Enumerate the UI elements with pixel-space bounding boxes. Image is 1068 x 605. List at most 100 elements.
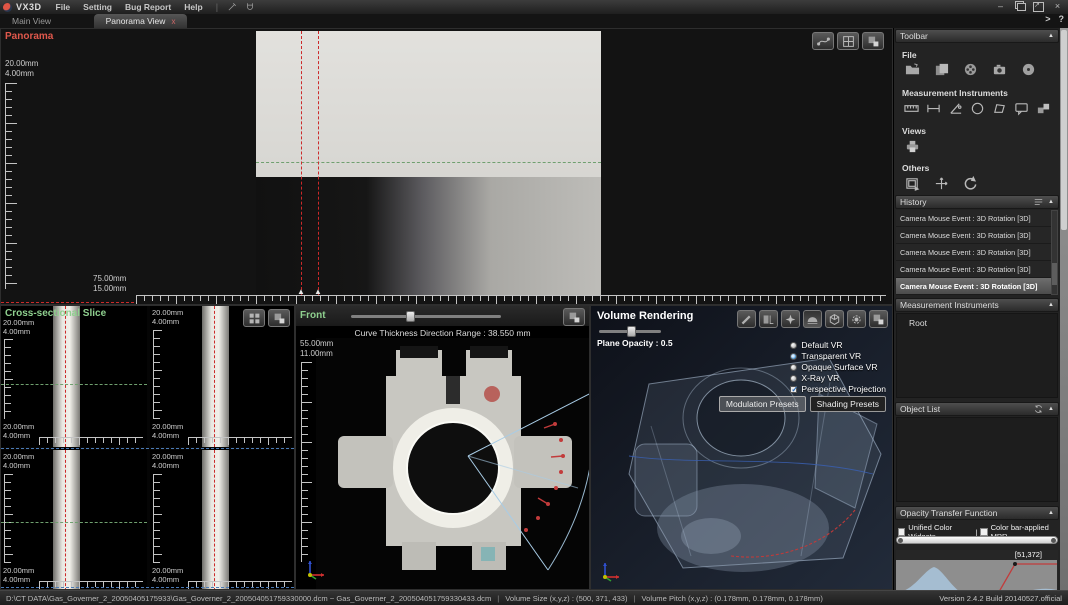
vr-option-transparent[interactable]: Transparent VR	[790, 351, 886, 361]
perspective-projection-checkbox[interactable]: Perspective Projection	[790, 384, 886, 394]
panel-expand-icon[interactable]: >	[1045, 14, 1050, 24]
toolbar-panel-header[interactable]: Toolbar ▲	[895, 29, 1059, 43]
export-images-icon[interactable]	[931, 61, 951, 78]
vr-option-default[interactable]: Default VR	[790, 340, 886, 350]
cross-slice-cell-2[interactable]: 20.00mm 4.00mm 20.00mm 4.00mm	[150, 306, 295, 447]
panorama-export-button[interactable]	[862, 32, 884, 50]
popout-button[interactable]	[1032, 1, 1045, 11]
unified-color-checkbox[interactable]	[898, 528, 905, 536]
vr-option-opaque[interactable]: Opaque Surface VR	[790, 362, 886, 372]
scrollbar-thumb[interactable]	[1061, 30, 1067, 230]
history-item[interactable]: Camera Mouse Event : 3D Rotation [3D]	[896, 227, 1051, 244]
opacity-panel-header[interactable]: Opacity Transfer Function ▲	[895, 506, 1059, 520]
angle-icon[interactable]	[946, 100, 964, 117]
effect-button[interactable]	[781, 310, 800, 328]
curve-marker-1[interactable]: ▲	[297, 287, 305, 296]
panorama-red-guide-line-2[interactable]	[318, 31, 319, 295]
history-item-selected[interactable]: Camera Mouse Event : 3D Rotation [3D]	[896, 278, 1051, 295]
volume-rendering-viewport[interactable]: Volume Rendering Plane Opacity : 0.5 Def…	[590, 305, 893, 590]
polygon-icon[interactable]	[990, 100, 1008, 117]
row-divider-blue-guide[interactable]	[1, 448, 294, 449]
object-list-panel-header[interactable]: Object List ▲	[895, 402, 1059, 416]
menu-bug-report[interactable]: Bug Report	[125, 2, 171, 12]
history-panel-header[interactable]: History ▲	[895, 195, 1059, 209]
tree-item-root[interactable]: Root	[897, 314, 1057, 328]
slice-green-guide[interactable]	[1, 384, 147, 385]
scrollbar-thumb[interactable]	[1052, 263, 1057, 285]
restore-button[interactable]	[1013, 1, 1026, 11]
collapse-icon[interactable]: ▲	[1048, 406, 1054, 412]
open-project-icon[interactable]	[902, 61, 922, 78]
panorama-viewport[interactable]: Panorama 20.00mm 4.00mm 75.00mm 15.00mm …	[0, 28, 893, 305]
volume-export-button[interactable]	[869, 310, 888, 328]
tab-main-view[interactable]: Main View	[0, 14, 63, 28]
cross-slice-cell-4[interactable]: 20.00mm 4.00mm 20.00mm 4.00mm	[150, 450, 295, 590]
context-help-icon[interactable]: ?	[1059, 14, 1065, 24]
cross-layout-button[interactable]	[243, 309, 265, 327]
object-list-content[interactable]	[896, 417, 1058, 502]
front-export-button[interactable]	[563, 308, 585, 326]
history-item[interactable]: Camera Mouse Event : 3D Rotation [3D]	[896, 210, 1051, 227]
history-item[interactable]: Camera Mouse Event : 3D Rotation [3D]	[896, 261, 1051, 278]
slider-knob[interactable]	[406, 311, 415, 322]
minimize-button[interactable]: –	[994, 1, 1007, 11]
menu-file[interactable]: File	[56, 2, 71, 12]
quick-tool-icon-2[interactable]	[244, 2, 256, 12]
print-icon[interactable]	[902, 138, 922, 155]
memo-ruler-icon[interactable]	[902, 100, 920, 117]
collapse-icon[interactable]: ▲	[1048, 510, 1054, 516]
vr-mode-button[interactable]	[803, 310, 822, 328]
movie-icon[interactable]	[960, 61, 980, 78]
front-thickness-slider[interactable]	[351, 315, 501, 318]
cd-export-icon[interactable]	[1018, 61, 1038, 78]
plane-opacity-slider[interactable]	[599, 330, 661, 333]
opacity-range-slider[interactable]	[896, 536, 1058, 544]
refresh-icon[interactable]	[1033, 404, 1044, 414]
curve-marker-2[interactable]: ▲	[314, 287, 322, 296]
reset-icon[interactable]	[960, 175, 980, 192]
panorama-green-guide-line[interactable]	[256, 162, 601, 163]
colorbar-mpr-checkbox[interactable]	[980, 528, 987, 536]
tab-panorama-view[interactable]: Panorama Viewx	[94, 14, 188, 28]
history-list-icon[interactable]	[1033, 197, 1044, 207]
menu-help[interactable]: Help	[184, 2, 202, 12]
annotation-icon[interactable]	[1012, 100, 1030, 117]
sculpt-button[interactable]	[737, 310, 756, 328]
circle-icon[interactable]	[968, 100, 986, 117]
slice-red-guide[interactable]	[214, 306, 215, 447]
grid-view-button[interactable]	[837, 32, 859, 50]
slice-red-guide[interactable]	[65, 306, 66, 447]
collapse-icon[interactable]: ▲	[1048, 33, 1054, 39]
front-viewport[interactable]: Front Curve Thickness Direction Range : …	[295, 305, 590, 590]
front-ct-image[interactable]	[316, 338, 590, 590]
history-item[interactable]: Camera Mouse Event : 3D Rotation [3D]	[896, 244, 1051, 261]
sidebar-scrollbar[interactable]	[1060, 28, 1068, 590]
measurement-panel-header[interactable]: Measurement Instruments ▲	[895, 298, 1059, 312]
shading-presets-button[interactable]: Shading Presets	[810, 396, 886, 412]
slice-green-guide[interactable]	[1, 522, 147, 523]
clip-button[interactable]	[759, 310, 778, 328]
cross-sectional-viewport[interactable]: Cross-sectional Slice 20.00mm 4.00mm 20.…	[0, 305, 295, 590]
cross-export-button[interactable]	[268, 309, 290, 327]
tab-close-icon[interactable]: x	[171, 17, 175, 26]
capture-icon[interactable]	[989, 61, 1009, 78]
measure-3d-button[interactable]	[825, 310, 844, 328]
slice-red-guide[interactable]	[214, 450, 215, 590]
collapse-icon[interactable]: ▲	[1048, 302, 1054, 308]
axis-icon[interactable]	[931, 175, 951, 192]
window-layout-icon[interactable]	[902, 175, 922, 192]
panorama-red-guide-line-1[interactable]	[301, 31, 302, 295]
bottom-blue-guide[interactable]	[1, 587, 294, 588]
menu-setting[interactable]: Setting	[83, 2, 112, 12]
vr-settings-button[interactable]	[847, 310, 866, 328]
collapse-icon[interactable]: ▲	[1048, 199, 1054, 205]
curve-path-button[interactable]	[812, 32, 834, 50]
calibration-icon[interactable]	[1034, 100, 1052, 117]
vr-option-xray[interactable]: X-Ray VR	[790, 373, 886, 383]
cross-slice-cell-1[interactable]: 20.00mm 4.00mm 20.00mm 4.00mm	[1, 306, 147, 447]
history-scrollbar[interactable]	[1051, 210, 1058, 295]
cross-slice-cell-3[interactable]: 20.00mm 4.00mm 20.00mm 4.00mm	[1, 450, 147, 590]
slice-red-guide[interactable]	[65, 450, 66, 590]
distance-icon[interactable]	[924, 100, 942, 117]
close-button[interactable]: ×	[1051, 1, 1064, 11]
